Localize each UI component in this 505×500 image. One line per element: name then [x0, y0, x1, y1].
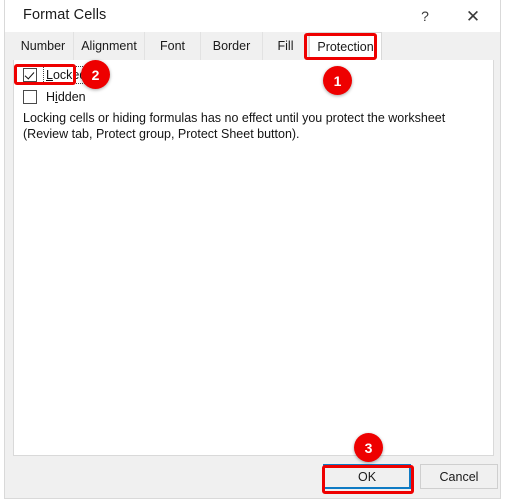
accelerator-letter: L — [46, 68, 53, 82]
annotation-badge-3: 3 — [354, 433, 383, 462]
tab-label: Fill — [277, 39, 294, 53]
tab-alignment[interactable]: Alignment — [74, 32, 145, 60]
format-cells-dialog: Format Cells ? ✕ Number Alignment Font B… — [4, 0, 501, 499]
tab-fill[interactable]: Fill — [263, 32, 309, 60]
tab-label: Border — [212, 39, 251, 53]
cancel-button[interactable]: Cancel — [420, 464, 498, 489]
checkbox-hidden[interactable] — [23, 90, 37, 104]
protection-pane: Locked Hidden Locking cells or hiding fo… — [13, 60, 494, 456]
accelerator-letter: i — [55, 90, 58, 104]
ok-button[interactable]: OK — [323, 464, 411, 489]
protection-description: Locking cells or hiding formulas has no … — [23, 111, 446, 141]
page-title: Format Cells — [23, 7, 107, 23]
annotation-badge-1: 1 — [323, 66, 352, 95]
help-question-icon[interactable]: ? — [403, 0, 447, 32]
annotation-badge-2: 2 — [81, 60, 110, 89]
locked-checkbox-row[interactable]: Locked — [23, 66, 90, 84]
title-bar: Format Cells ? ✕ — [5, 0, 500, 32]
tab-label: Font — [159, 39, 185, 53]
tab-font[interactable]: Font — [145, 32, 201, 60]
dialog-footer: OK Cancel — [5, 456, 500, 498]
hidden-checkbox-label[interactable]: Hidden — [44, 89, 88, 105]
tab-protection[interactable]: Protection — [309, 32, 382, 60]
tab-label: Alignment — [81, 39, 137, 53]
tab-number[interactable]: Number — [13, 32, 74, 60]
tab-label: Number — [20, 39, 66, 53]
tab-strip: Number Alignment Font Border Fill Protec… — [5, 32, 500, 60]
close-icon[interactable]: ✕ — [451, 0, 495, 32]
checkbox-locked[interactable] — [23, 68, 37, 82]
hidden-checkbox-row[interactable]: Hidden — [23, 88, 88, 106]
tab-label: Protection — [317, 39, 374, 54]
tab-border[interactable]: Border — [201, 32, 263, 60]
